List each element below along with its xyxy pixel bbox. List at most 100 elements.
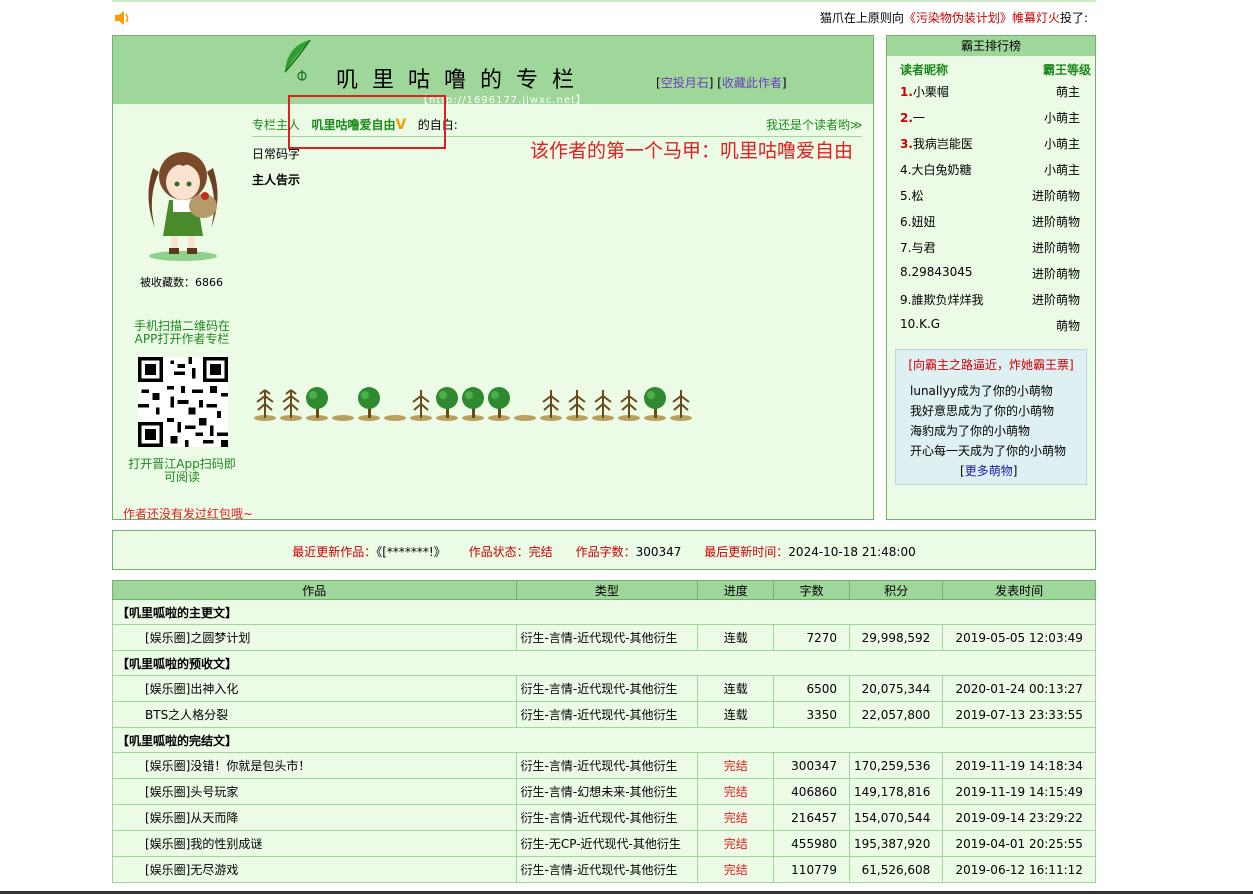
- vote-marquee: 猫爪在上原则向《污染物伪装计划》帷幕灯火投了:: [819, 11, 1088, 25]
- work-title-link[interactable]: [娱乐圈]之圆梦计划: [112, 624, 517, 651]
- more-fans-link[interactable]: 更多萌物: [965, 464, 1013, 478]
- table-row: [娱乐圈]我的性别成谜 衍生-无CP-近代现代-其他衍生 完结 455980 195,3…: [112, 830, 1096, 857]
- rank-reader-name[interactable]: 与君: [911, 241, 935, 255]
- work-type: 衍生-言情-幻想未来-其他衍生: [515, 778, 699, 805]
- table-row: [娱乐圈]无尽游戏 衍生-言情-近代现代-其他衍生 完结 110779 61,526,6…: [112, 856, 1096, 883]
- work-score: 149,178,816: [848, 778, 944, 805]
- work-type: 衍生-言情-近代现代-其他衍生: [515, 701, 699, 728]
- section-row: 【叽里呱啦的主更文】: [112, 599, 1096, 625]
- work-type: 衍生-言情-近代现代-其他衍生: [515, 675, 699, 702]
- work-progress: 连载: [697, 675, 775, 702]
- work-score: 154,070,544: [848, 804, 944, 831]
- feather-logo-icon: [284, 39, 311, 81]
- work-time: 2020-01-24 00:13:27: [942, 675, 1096, 702]
- annotation-text: 该作者的第一个马甲：叽里咕噜爱自由: [530, 140, 854, 162]
- work-score: 20,075,344: [848, 675, 944, 702]
- rank-number: 9.: [900, 293, 912, 307]
- work-progress: 完结: [697, 752, 775, 779]
- rank-row: 9.誰欺负烊烊我 进阶萌物: [900, 291, 1080, 311]
- reader-link[interactable]: 我还是个读者哟≫: [766, 116, 863, 133]
- fan-item: lunallyy成为了你的小萌物: [910, 384, 1053, 398]
- notice-label: 主人告示: [252, 173, 301, 187]
- work-time: 2019-09-14 23:29:22: [942, 804, 1096, 831]
- rank-level: 小萌主: [1043, 163, 1080, 177]
- work-score: 195,387,920: [848, 830, 944, 857]
- rank-level: 进阶萌物: [1031, 215, 1080, 229]
- work-title-link[interactable]: [娱乐圈]出神入化: [112, 675, 517, 702]
- marquee-user[interactable]: 帷幕灯火: [1012, 11, 1060, 25]
- rank-reader-name[interactable]: 小栗帽: [913, 85, 949, 99]
- recent-work-link[interactable]: 《[*******!》: [376, 545, 446, 559]
- work-title-link[interactable]: [娱乐圈]无尽游戏: [112, 856, 517, 883]
- work-words: 455980: [773, 830, 850, 857]
- rank-col-level: 霸王等级: [1042, 63, 1091, 77]
- work-time: 2019-05-05 12:03:49: [942, 624, 1096, 651]
- table-row: [娱乐圈]从天而降 衍生-言情-近代现代-其他衍生 完结 216457 154,070,…: [112, 804, 1096, 831]
- work-words: 7270: [773, 624, 850, 651]
- table-row: BTS之人格分裂 衍生-言情-近代现代-其他衍生 连载 3350 22,057,800 2…: [112, 701, 1096, 728]
- rank-reader-name[interactable]: 松: [911, 189, 923, 203]
- work-type: 衍生-言情-近代现代-其他衍生: [515, 804, 699, 831]
- rank-number: 1.: [900, 85, 913, 99]
- more-fans: [更多萌物]: [960, 464, 1018, 478]
- work-progress: 完结: [697, 830, 775, 857]
- rank-reader-name[interactable]: 大白兔奶糖: [911, 163, 971, 177]
- rank-row: 8.29843045 进阶萌物: [900, 265, 1080, 285]
- work-title-link[interactable]: [娱乐圈]我的性别成谜: [112, 830, 517, 857]
- work-words: 6500: [773, 675, 850, 702]
- favorite-author-link[interactable]: 收藏此作者: [722, 76, 782, 90]
- marquee-work-link[interactable]: 《污染物伪装计划》: [904, 11, 1012, 25]
- rank-reader-name[interactable]: 一: [913, 111, 925, 125]
- rank-col-name: 读者昵称: [900, 63, 949, 77]
- work-time: 2019-11-19 14:18:34: [942, 752, 1096, 779]
- favorite-count: 被收藏数：6866: [140, 276, 223, 289]
- page-title: 叽里咕噜的专栏: [336, 68, 589, 93]
- rank-reader-name[interactable]: 我病岂能医: [913, 137, 973, 151]
- work-score: 61,526,608: [848, 856, 944, 883]
- rank-row: 7.与君 进阶萌物: [900, 239, 1080, 259]
- top-border: [112, 0, 1096, 2]
- annotation-box: [288, 95, 446, 149]
- rank-reader-name[interactable]: 妞妞: [911, 215, 935, 229]
- work-progress: 连载: [697, 624, 775, 651]
- work-score: 170,259,536: [848, 752, 944, 779]
- rank-level: 小萌主: [1043, 111, 1080, 125]
- rank-level: 萌主: [1055, 85, 1080, 99]
- rank-number: 7.: [900, 241, 912, 255]
- airdrop-moonstone-link[interactable]: 空投月石: [661, 76, 709, 90]
- rank-number: 6.: [900, 215, 912, 229]
- fan-title[interactable]: [向霸主之路逼近，炸她霸王票]: [895, 356, 1087, 373]
- work-title-link[interactable]: [娱乐圈]头号玩家: [112, 778, 517, 805]
- work-type: 衍生-言情-近代现代-其他衍生: [515, 856, 699, 883]
- rank-number: 8.: [900, 265, 912, 279]
- rank-level: 萌物: [1055, 319, 1080, 333]
- author-panel: [112, 35, 874, 520]
- speaker-icon[interactable]: [113, 9, 131, 27]
- work-type: 衍生-言情-近代现代-其他衍生: [515, 624, 699, 651]
- work-title-link[interactable]: BTS之人格分裂: [112, 701, 517, 728]
- work-words: 110779: [773, 856, 850, 883]
- rank-reader-name[interactable]: 誰欺负烊烊我: [911, 293, 983, 307]
- qr-code-icon: [138, 357, 228, 447]
- section-title: 【叽里呱啦的完结文】: [112, 727, 1096, 753]
- work-words: 300347: [773, 752, 850, 779]
- section-row: 【叽里呱啦的完结文】: [112, 727, 1096, 753]
- work-time: 2019-04-01 20:25:55: [942, 830, 1096, 857]
- col-score: 积分: [848, 580, 944, 600]
- rank-number: 4.: [900, 163, 912, 177]
- qr-hint-2: 打开晋江App扫码即可阅读: [128, 457, 236, 484]
- work-score: 29,998,592: [848, 624, 944, 651]
- work-type: 衍生-无CP-近代现代-其他衍生: [515, 830, 699, 857]
- rank-reader-name[interactable]: 29843045: [911, 265, 972, 279]
- rank-row: 10.K.G 萌物: [900, 317, 1080, 337]
- rank-level: 进阶萌物: [1031, 293, 1080, 307]
- work-time: 2019-07-13 23:33:55: [942, 701, 1096, 728]
- rank-reader-name[interactable]: K.G: [919, 317, 940, 331]
- table-row: [娱乐圈]没错！你就是包头市！ 衍生-言情-近代现代-其他衍生 完结 300347 17…: [112, 752, 1096, 779]
- rank-row: 3.我病岂能医 小萌主: [900, 135, 1080, 155]
- rank-number: 2.: [900, 111, 913, 125]
- work-title-link[interactable]: [娱乐圈]从天而降: [112, 804, 517, 831]
- rank-number: 3.: [900, 137, 913, 151]
- work-title-link[interactable]: [娱乐圈]没错！你就是包头市！: [112, 752, 517, 779]
- rank-row: 1.小栗帽 萌主: [900, 83, 1080, 103]
